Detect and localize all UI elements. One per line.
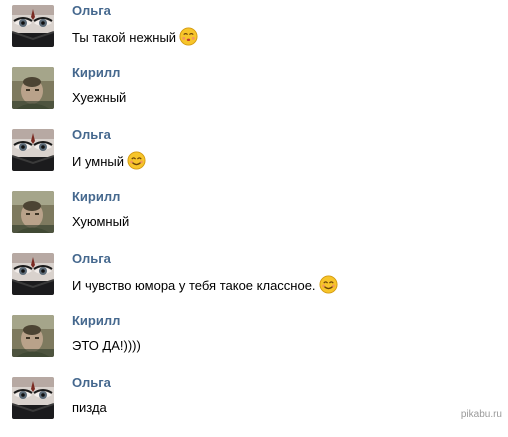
message-text: Ты такой нежный: [72, 27, 198, 47]
message-text: Хуюмный: [72, 213, 129, 231]
message-text-content: И умный: [72, 154, 125, 169]
avatar-kirill[interactable]: [12, 315, 54, 357]
avatar-olga[interactable]: [12, 129, 54, 171]
message-text-content: Хуежный: [72, 90, 127, 105]
avatar-olga[interactable]: [12, 253, 54, 295]
smiling-face-icon: [319, 275, 338, 294]
avatar-image: [12, 315, 54, 357]
author-name-link[interactable]: Кирилл: [72, 189, 120, 205]
message-item: Ольга И умный: [0, 127, 508, 189]
author-name-link[interactable]: Кирилл: [72, 313, 120, 329]
message-text-content: И чувство юмора у тебя такое классное.: [72, 278, 316, 293]
message-text-content: Хуюмный: [72, 214, 130, 229]
author-name-link[interactable]: Ольга: [72, 127, 111, 143]
message-text: пизда: [72, 399, 107, 417]
message-text: И умный: [72, 151, 146, 171]
avatar-image: [12, 377, 54, 419]
author-name-link[interactable]: Ольга: [72, 375, 111, 391]
message-item: Ольга пизда: [0, 375, 508, 437]
message-item: Ольга И чувство юмора у тебя такое класс…: [0, 251, 508, 313]
kissing-face-icon: [179, 27, 198, 46]
smiling-face-icon: [127, 151, 146, 170]
watermark: pikabu.ru: [460, 409, 502, 420]
message-history: Ольга Ты такой нежный Кирилл Хуежный Оль…: [0, 0, 508, 424]
message-text: И чувство юмора у тебя такое классное.: [72, 275, 338, 295]
author-name-link[interactable]: Ольга: [72, 3, 111, 19]
avatar-image: [12, 67, 54, 109]
avatar-image: [12, 5, 54, 47]
author-name-link[interactable]: Ольга: [72, 251, 111, 267]
message-text: Хуежный: [72, 89, 126, 107]
avatar-olga[interactable]: [12, 377, 54, 419]
avatar-image: [12, 253, 54, 295]
message-text-content: ЭТО ДА!)))): [72, 338, 141, 353]
message-text-content: Ты такой нежный: [72, 30, 177, 45]
author-name-link[interactable]: Кирилл: [72, 65, 120, 81]
avatar-image: [12, 191, 54, 233]
message-item: Ольга Ты такой нежный: [0, 3, 508, 65]
avatar-image: [12, 129, 54, 171]
message-item: Кирилл ЭТО ДА!)))): [0, 313, 508, 375]
message-text-content: пизда: [72, 400, 107, 415]
avatar-olga[interactable]: [12, 5, 54, 47]
avatar-kirill[interactable]: [12, 191, 54, 233]
message-text: ЭТО ДА!)))): [72, 337, 141, 355]
message-item: Кирилл Хуюмный: [0, 189, 508, 251]
avatar-kirill[interactable]: [12, 67, 54, 109]
message-item: Кирилл Хуежный: [0, 65, 508, 127]
